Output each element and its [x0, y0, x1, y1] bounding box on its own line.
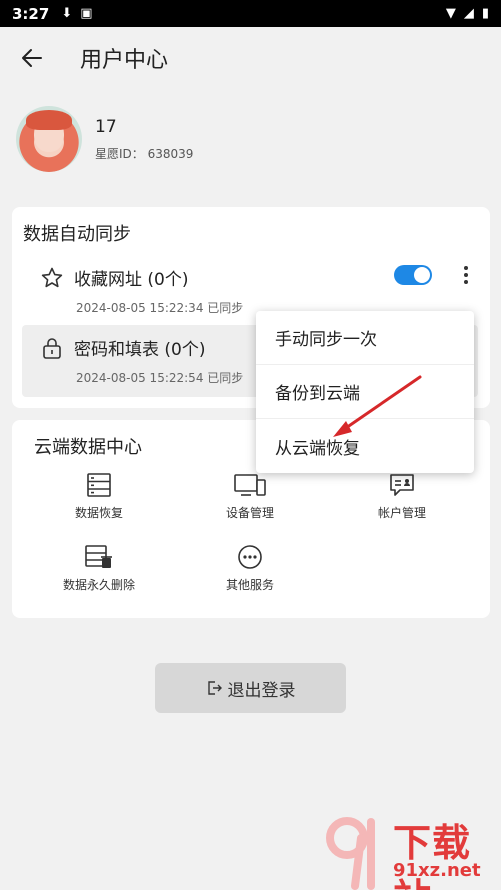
signal-icon: ◢ — [463, 6, 474, 21]
other-services-label: 其他服务 — [225, 578, 274, 592]
sync-item-label: 收藏网址 (0个) — [74, 270, 189, 290]
logout-icon — [207, 681, 222, 695]
account-management-item[interactable]: 帐户管理 — [342, 472, 462, 521]
wifi-icon: ▼ — [445, 6, 456, 21]
logout-label: 退出登录 — [227, 680, 296, 701]
account-icon — [390, 474, 414, 496]
header: 用户中心 — [0, 27, 501, 89]
menu-item-backup-to-cloud[interactable]: 备份到云端 — [256, 365, 474, 419]
app-notification-icon: ▣ — [80, 6, 93, 21]
back-button[interactable] — [2, 28, 62, 88]
sync-time: 2024-08-05 15:22:54 已同步 — [76, 371, 244, 385]
delete-data-icon — [85, 545, 112, 568]
cloud-card-title: 云端数据中心 — [34, 437, 142, 458]
watermark: 下载站 91xz.net — [325, 808, 501, 890]
server-icon — [87, 473, 111, 497]
download-icon: ⬇ — [61, 6, 73, 21]
sync-card-title: 数据自动同步 — [23, 224, 131, 245]
battery-icon: ▮ — [481, 6, 489, 21]
star-icon — [41, 267, 63, 287]
profile-id: 星愿ID： 638039 — [95, 146, 194, 161]
device-management-label: 设备管理 — [225, 506, 274, 520]
devices-icon — [234, 474, 266, 496]
avatar[interactable] — [16, 106, 82, 172]
sync-options-menu: 手动同步一次 备份到云端 从云端恢复 — [256, 311, 474, 473]
permanent-delete-label: 数据永久删除 — [62, 578, 135, 592]
more-vertical-icon — [464, 266, 468, 284]
sync-item-label: 密码和填表 (0个) — [74, 340, 206, 360]
device-management-item[interactable]: 设备管理 — [190, 472, 310, 521]
data-restore-label: 数据恢复 — [74, 506, 123, 520]
menu-item-manual-sync[interactable]: 手动同步一次 — [256, 311, 474, 365]
menu-item-restore-from-cloud[interactable]: 从云端恢复 — [256, 419, 474, 473]
other-services-item[interactable]: 其他服务 — [190, 544, 310, 593]
more-services-icon — [238, 545, 262, 569]
page-title: 用户中心 — [80, 48, 169, 73]
logout-button[interactable]: 退出登录 — [155, 663, 346, 713]
permanent-delete-item[interactable]: 数据永久删除 — [39, 544, 159, 593]
sync-time: 2024-08-05 15:22:34 已同步 — [76, 301, 244, 315]
profile-name: 17 — [95, 116, 117, 137]
status-bar: 3:27 ⬇ ▣ ▼ ◢ ▮ — [0, 0, 501, 27]
lock-icon — [43, 337, 61, 359]
account-management-label: 帐户管理 — [377, 506, 426, 520]
bookmarks-sync-toggle[interactable] — [394, 265, 432, 285]
watermark-url: 91xz.net — [393, 860, 481, 881]
watermark-logo-icon — [326, 817, 375, 890]
back-arrow-icon — [22, 49, 42, 67]
more-options-button[interactable] — [454, 261, 478, 289]
status-time: 3:27 — [12, 4, 50, 23]
profile-section[interactable]: 17 星愿ID： 638039 — [16, 106, 193, 172]
data-restore-item[interactable]: 数据恢复 — [39, 472, 159, 521]
